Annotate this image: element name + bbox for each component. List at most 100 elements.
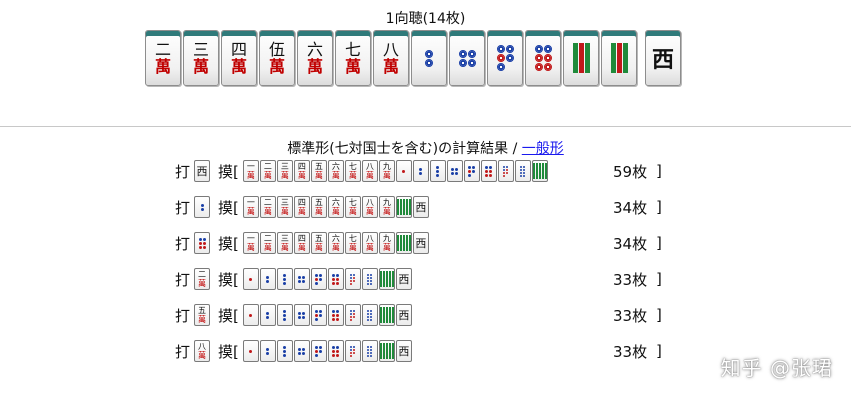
pin-dots xyxy=(315,345,323,357)
tile-man: 七萬 xyxy=(344,232,361,254)
pin-dots xyxy=(332,309,340,321)
draw-label: 摸[ xyxy=(218,306,239,325)
tile-suit: 萬 xyxy=(246,243,255,252)
tile-pin xyxy=(514,160,531,182)
pin-dot xyxy=(283,309,287,313)
pin-dots xyxy=(298,275,306,283)
pin-dot xyxy=(467,49,476,58)
pin-dots xyxy=(315,309,323,321)
pin-dot xyxy=(534,45,543,53)
pin-dot xyxy=(353,273,356,276)
pin-dot xyxy=(336,313,340,317)
tile-suit: 萬 xyxy=(246,171,255,180)
sou-stick xyxy=(538,163,541,179)
sou-stick xyxy=(584,43,590,73)
tile-suit: 萬 xyxy=(198,315,207,324)
sou-stick xyxy=(408,235,411,251)
pin-dot xyxy=(370,345,373,348)
pin-dot xyxy=(353,312,356,315)
pin-dots xyxy=(367,273,373,285)
result-row: 打五萬摸[西 33枚 ] xyxy=(175,302,675,328)
pin-dots xyxy=(468,165,476,177)
pin-dots xyxy=(332,345,340,357)
tile-pin xyxy=(242,340,259,362)
pin-dot xyxy=(534,63,543,71)
pin-dot xyxy=(350,312,353,315)
pin-dot xyxy=(436,165,440,169)
pin-dot xyxy=(336,345,340,349)
pin-dot xyxy=(315,349,319,353)
pin-dots xyxy=(425,49,433,67)
tile-pin xyxy=(480,160,497,182)
tile-number: 三 xyxy=(280,234,289,243)
pin-dot xyxy=(332,277,336,281)
close-bracket: ] xyxy=(656,234,662,252)
pin-dot xyxy=(266,315,270,319)
tile-pin xyxy=(327,304,344,326)
pin-dot xyxy=(505,45,514,53)
tile-pin xyxy=(242,304,259,326)
pin-dot xyxy=(370,318,373,321)
pin-dot xyxy=(249,349,253,353)
tile-pin xyxy=(411,30,447,86)
tile-count: 33枚 xyxy=(613,306,648,325)
pin-dot xyxy=(370,282,373,285)
tile-sou xyxy=(378,268,395,290)
pin-dot xyxy=(367,309,370,312)
tile-suit: 萬 xyxy=(297,207,306,216)
pin-dot xyxy=(283,317,287,321)
pin-dot xyxy=(332,345,336,349)
tile-suit: 萬 xyxy=(331,243,340,252)
general-form-link[interactable]: 一般形 xyxy=(522,141,564,157)
sou-stick xyxy=(388,343,391,359)
sou-stick xyxy=(385,271,388,287)
tile-suit: 萬 xyxy=(154,56,171,76)
tile-man: 三萬 xyxy=(276,160,293,182)
tile-honor: 西 xyxy=(398,309,410,322)
tile-man: 九萬 xyxy=(378,160,395,182)
pin-dots xyxy=(298,347,306,355)
pin-dot xyxy=(319,313,323,317)
tile-number: 六 xyxy=(331,234,340,243)
pin-dot xyxy=(523,174,526,177)
tile-man: 八萬 xyxy=(361,232,378,254)
pin-dot xyxy=(332,349,336,353)
tile-number: 六 xyxy=(331,198,340,207)
draw-tiles: 一萬二萬三萬四萬五萬六萬七萬八萬九萬西 xyxy=(242,232,430,254)
tile-number: 七 xyxy=(348,234,357,243)
pin-dot xyxy=(370,312,373,315)
pin-dot xyxy=(350,276,353,279)
tile-suit: 萬 xyxy=(365,171,374,180)
pin-dot xyxy=(458,58,467,67)
tile-suit: 萬 xyxy=(382,207,391,216)
tile-pin xyxy=(310,268,327,290)
pin-dot xyxy=(332,313,336,317)
pin-dot xyxy=(451,171,455,175)
pin-dot xyxy=(319,349,323,353)
pin-dot xyxy=(332,353,336,357)
tile-number: 八 xyxy=(365,162,374,171)
pin-dot xyxy=(451,167,455,171)
sou-stick xyxy=(382,343,385,359)
pin-dot xyxy=(298,315,302,319)
tile-number: 二 xyxy=(263,198,272,207)
tile-pin xyxy=(327,268,344,290)
pin-dot xyxy=(523,165,526,168)
draw-tiles: 西 xyxy=(242,340,413,362)
divider xyxy=(0,126,851,127)
sou-stick xyxy=(622,43,628,73)
pin-dot xyxy=(298,279,302,283)
close-bracket: ] xyxy=(656,162,662,180)
tile-pin xyxy=(429,160,446,182)
results-heading-text: 標準形(七対国士を含む)の計算結果 / xyxy=(287,141,522,157)
pin-dot xyxy=(468,165,472,169)
tile-suit: 萬 xyxy=(348,171,357,180)
pin-dots xyxy=(266,311,270,319)
pin-dot xyxy=(496,63,505,71)
pin-dot xyxy=(367,351,370,354)
sou-stick xyxy=(402,235,405,251)
pin-dot xyxy=(283,313,287,317)
pin-dot xyxy=(350,279,353,282)
pin-dot xyxy=(370,273,373,276)
pin-dot xyxy=(198,245,202,249)
